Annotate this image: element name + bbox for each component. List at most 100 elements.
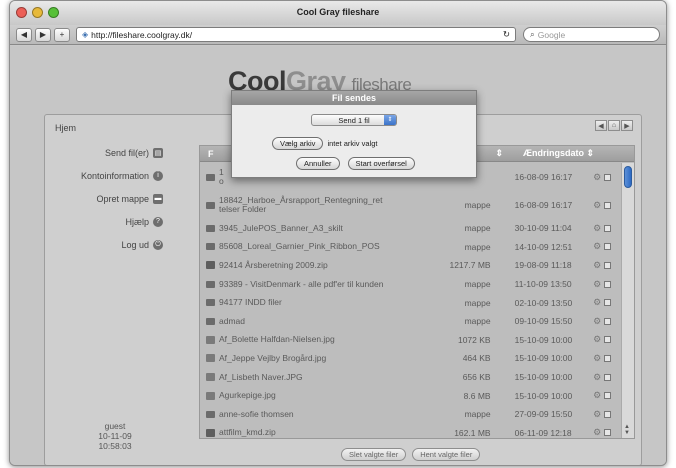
table-row[interactable]: attfilm_kmd.zip 162.1 MB 06-11-09 12:18 ⚙ bbox=[200, 424, 620, 438]
select-checkbox[interactable] bbox=[604, 201, 612, 209]
image-file-icon bbox=[206, 335, 215, 344]
size-cell: mappe bbox=[464, 297, 491, 308]
nav-back-icon[interactable]: ◀ bbox=[595, 120, 607, 131]
column-date-header[interactable]: Ændringsdato ⇕ bbox=[509, 148, 613, 159]
sidebar: Send fil(er) ▤ Kontoinformation i Opret … bbox=[45, 141, 173, 256]
help-icon: ? bbox=[153, 216, 163, 227]
sidebar-item-help[interactable]: Hjælp ? bbox=[45, 210, 173, 233]
sidebar-item-logout[interactable]: Log ud ⏻ bbox=[45, 233, 173, 256]
select-checkbox[interactable] bbox=[604, 317, 612, 325]
sidebar-item-label: Send fil(er) bbox=[104, 147, 149, 158]
row-actions: ⚙ bbox=[593, 223, 620, 234]
row-actions: ⚙ bbox=[593, 260, 620, 271]
document-icon: ▤ bbox=[153, 147, 163, 158]
file-count-select[interactable]: Send 1 fil ⇕ bbox=[311, 114, 397, 126]
close-window-button[interactable] bbox=[16, 7, 27, 18]
forward-button[interactable]: ▶ bbox=[35, 27, 51, 42]
select-checkbox[interactable] bbox=[604, 173, 612, 181]
minimize-window-button[interactable] bbox=[32, 7, 43, 18]
row-actions: ⚙ bbox=[593, 200, 620, 211]
reload-icon[interactable]: ↻ bbox=[503, 29, 510, 40]
table-row[interactable]: 94177 INDD filer mappe 02-10-09 13:50 ⚙ bbox=[200, 293, 620, 312]
sidebar-item-send[interactable]: Send fil(er) ▤ bbox=[45, 141, 173, 164]
gear-icon[interactable]: ⚙ bbox=[593, 241, 601, 252]
gear-icon[interactable]: ⚙ bbox=[593, 297, 601, 308]
cancel-button[interactable]: Annuller bbox=[296, 157, 340, 170]
folder-icon bbox=[206, 243, 215, 251]
site-favicon-icon: ◈ bbox=[82, 30, 89, 39]
select-checkbox[interactable] bbox=[604, 243, 612, 251]
gear-icon[interactable]: ⚙ bbox=[593, 372, 601, 383]
file-name: 94177 INDD filer bbox=[219, 297, 282, 308]
table-row[interactable]: 85608_Loreal_Garnier_Pink_Ribbon_POS mapp… bbox=[200, 238, 620, 257]
start-transfer-button[interactable]: Start overførsel bbox=[347, 157, 415, 170]
date-cell: 15-10-09 10:00 bbox=[514, 353, 573, 364]
table-row[interactable]: 92414 Årsberetning 2009.zip 1217.7 MB 19-0… bbox=[200, 256, 620, 275]
select-checkbox[interactable] bbox=[604, 354, 612, 362]
file-name: Agurkepige.jpg bbox=[219, 390, 276, 401]
table-row[interactable]: Af_Jeppe Vejlby Brogård.jpg 464 KB 15-10-0… bbox=[200, 349, 620, 368]
gear-icon[interactable]: ⚙ bbox=[593, 316, 601, 327]
search-field[interactable]: ⌕ Google bbox=[523, 27, 660, 42]
table-row[interactable]: Agurkepige.jpg 8.6 MB 15-10-09 10:00 ⚙ bbox=[200, 386, 620, 405]
window-controls bbox=[16, 7, 59, 18]
table-row[interactable]: 3945_JulePOS_Banner_A3_skilt mappe 30-10-0… bbox=[200, 219, 620, 238]
gear-icon[interactable]: ⚙ bbox=[593, 223, 601, 234]
back-button[interactable]: ◀ bbox=[16, 27, 32, 42]
gear-icon[interactable]: ⚙ bbox=[593, 260, 601, 271]
gear-icon[interactable]: ⚙ bbox=[593, 409, 601, 420]
select-checkbox[interactable] bbox=[604, 280, 612, 288]
select-checkbox[interactable] bbox=[604, 299, 612, 307]
table-row[interactable]: anne-sofie thomsen mappe 27-09-09 15:50 ⚙ bbox=[200, 405, 620, 424]
date-cell: 30-10-09 11:04 bbox=[514, 223, 572, 234]
select-checkbox[interactable] bbox=[604, 224, 612, 232]
name-cell: 85608_Loreal_Garnier_Pink_Ribbon_POS bbox=[200, 242, 435, 251]
nav-forward-icon[interactable]: ▶ bbox=[621, 120, 633, 131]
folder-icon bbox=[206, 410, 215, 418]
sidebar-item-label: Hjælp bbox=[125, 216, 149, 227]
plus-icon: + bbox=[59, 30, 65, 39]
upload-dialog: Fil sendes Send 1 fil ⇕ Vælg arkiv intet… bbox=[231, 90, 477, 178]
size-cell: 1217.7 MB bbox=[449, 260, 491, 271]
choose-archive-button[interactable]: Vælg arkiv bbox=[272, 137, 324, 150]
gear-icon[interactable]: ⚙ bbox=[593, 172, 601, 183]
gear-icon[interactable]: ⚙ bbox=[593, 200, 601, 211]
select-checkbox[interactable] bbox=[604, 261, 612, 269]
select-checkbox[interactable] bbox=[604, 429, 612, 437]
table-row[interactable]: 93389 - VisitDenmark - alle pdf'er til k… bbox=[200, 275, 620, 294]
select-checkbox[interactable] bbox=[604, 392, 612, 400]
table-row[interactable]: 18842_Harboe_Årsrapport_Rentegning_ret te… bbox=[200, 191, 620, 219]
add-bookmark-button[interactable]: + bbox=[54, 27, 70, 42]
scrollbar-thumb[interactable] bbox=[624, 166, 632, 188]
breadcrumb[interactable]: Hjem bbox=[55, 123, 76, 133]
fetch-selected-button[interactable]: Hent valgte filer bbox=[412, 448, 481, 461]
gear-icon[interactable]: ⚙ bbox=[593, 353, 601, 364]
sidebar-item-account[interactable]: Kontoinformation i bbox=[45, 164, 173, 187]
scroll-arrows-icon[interactable]: ▲ ▼ bbox=[624, 424, 630, 436]
sidebar-item-new-folder[interactable]: Opret mappe ▬ bbox=[45, 187, 173, 210]
search-placeholder: Google bbox=[537, 29, 566, 40]
row-actions: ⚙ bbox=[593, 279, 620, 290]
file-name: Af_Jeppe Vejlby Brogård.jpg bbox=[219, 352, 327, 363]
select-checkbox[interactable] bbox=[604, 373, 612, 381]
vertical-scrollbar[interactable]: ▲ ▼ bbox=[621, 163, 634, 438]
folder-icon bbox=[206, 224, 215, 232]
gear-icon[interactable]: ⚙ bbox=[593, 334, 601, 345]
table-row[interactable]: admad mappe 09-10-09 15:50 ⚙ bbox=[200, 312, 620, 331]
delete-selected-button[interactable]: Slet valgte filer bbox=[341, 448, 407, 461]
search-icon: ⌕ bbox=[530, 29, 535, 39]
select-checkbox[interactable] bbox=[604, 336, 612, 344]
gear-icon[interactable]: ⚙ bbox=[593, 279, 601, 290]
gear-icon[interactable]: ⚙ bbox=[593, 427, 601, 438]
address-bar[interactable]: ◈ http://fileshare.coolgray.dk/ ↻ bbox=[76, 27, 516, 42]
home-icon[interactable]: ⌂ bbox=[608, 120, 620, 131]
sidebar-item-label: Kontoinformation bbox=[80, 170, 149, 181]
date-cell: 11-10-09 13:50 bbox=[514, 279, 572, 290]
select-checkbox[interactable] bbox=[604, 410, 612, 418]
gear-icon[interactable]: ⚙ bbox=[593, 390, 601, 401]
size-cell: 1072 KB bbox=[457, 334, 491, 345]
sidebar-item-label: Opret mappe bbox=[96, 193, 149, 204]
table-row[interactable]: Af_Bolette Halfdan-Nielsen.jpg 1072 KB 15-… bbox=[200, 331, 620, 350]
zoom-window-button[interactable] bbox=[48, 7, 59, 18]
table-row[interactable]: Af_Lisbeth Naver.JPG 656 KB 15-10-09 10:00… bbox=[200, 368, 620, 387]
